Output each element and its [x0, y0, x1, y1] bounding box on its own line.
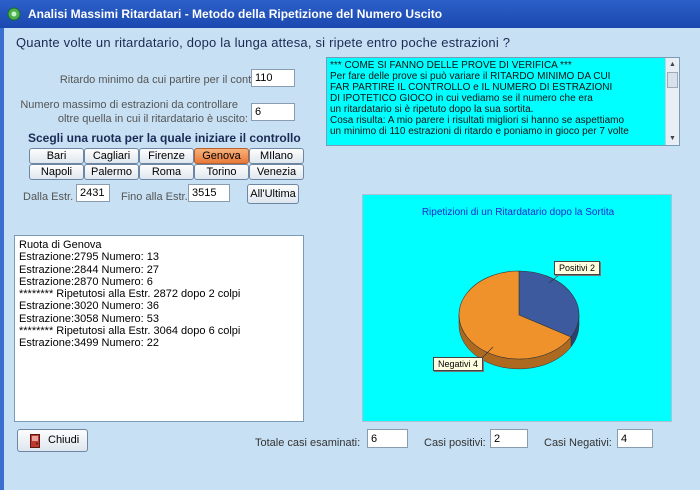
notes-line: *** COME SI FANNO DELLE PROVE DI VERIFIC…	[330, 60, 572, 71]
door-exit-icon	[30, 434, 40, 448]
totale-label: Totale casi esaminati:	[255, 437, 361, 449]
positivi-input[interactable]	[490, 429, 528, 448]
result-line: ******** Ripetutosi alla Estr. 3064 dopo…	[19, 325, 241, 338]
question-heading: Quante volte un ritardatario, dopo la lu…	[16, 35, 511, 50]
chiudi-button[interactable]: Chiudi	[17, 429, 88, 452]
result-line: Estrazione:3020 Numero: 36	[19, 300, 160, 313]
negativi-label: Casi Negativi:	[544, 437, 612, 449]
ruota-button-firenze[interactable]: Firenze	[139, 148, 194, 164]
ruota-button-bari[interactable]: Bari	[29, 148, 84, 164]
ruota-button-venezia[interactable]: Venezia	[249, 164, 304, 180]
result-line: Estrazione:3499 Numero: 22	[19, 337, 160, 350]
ruota-button-genova[interactable]: Genova	[194, 148, 249, 164]
notes-textarea[interactable]: *** COME SI FANNO DELLE PROVE DI VERIFIC…	[326, 57, 680, 146]
scroll-up-icon[interactable]: ▲	[666, 58, 679, 71]
chiudi-label: Chiudi	[48, 434, 80, 446]
notes-line: un ritardatario si è ripetuto dopo la su…	[330, 104, 534, 115]
ruota-button-milano[interactable]: MIlano	[249, 148, 304, 164]
results-text: Ruota di Genova Estrazione:2795 Numero: …	[19, 239, 240, 350]
fino-input[interactable]	[188, 184, 230, 202]
dalla-input[interactable]	[76, 184, 110, 202]
slice-label-positivi: Positivi 2	[554, 261, 601, 275]
scroll-down-icon[interactable]: ▼	[666, 132, 679, 145]
result-line: Estrazione:2795 Numero: 13	[19, 251, 160, 264]
window-title: Analisi Massimi Ritardatari - Metodo del…	[28, 7, 443, 21]
ritardo-input[interactable]	[251, 69, 295, 87]
scegli-ruota-label: Scegli una ruota per la quale iniziare i…	[28, 131, 301, 145]
result-line: ******** Ripetutosi alla Estr. 2872 dopo…	[19, 288, 241, 301]
app-icon	[7, 7, 21, 21]
notes-scrollbar[interactable]: ▲ ▼	[665, 58, 679, 145]
result-line: Ruota di Genova	[19, 239, 102, 251]
result-line: Estrazione:3058 Numero: 53	[19, 312, 160, 325]
fino-label: Fino alla Estr.	[121, 191, 188, 203]
title-bar[interactable]: Analisi Massimi Ritardatari - Metodo del…	[0, 0, 700, 28]
notes-line: Per fare delle prove si può variare il R…	[330, 71, 611, 82]
pie-chart	[458, 270, 580, 370]
notes-line: un minimo di 110 estrazioni di ritardo e…	[330, 126, 629, 137]
notes-line: Cosa risulta: A mio parere i risultati m…	[330, 115, 625, 126]
ruota-button-torino[interactable]: Torino	[194, 164, 249, 180]
positivi-label: Casi positivi:	[424, 437, 486, 449]
scroll-thumb[interactable]	[667, 72, 678, 88]
totale-input[interactable]	[367, 429, 408, 448]
all-ultima-button[interactable]: All'Ultima	[247, 184, 299, 204]
result-line: Estrazione:2844 Numero: 27	[19, 263, 160, 276]
slice-label-negativi: Negativi 4	[433, 357, 484, 371]
ritardo-label: Ritardo minimo da cui partire per il con…	[59, 74, 272, 86]
results-listbox[interactable]: Ruota di Genova Estrazione:2795 Numero: …	[14, 235, 304, 422]
result-line: Estrazione:2870 Numero: 6	[19, 275, 153, 288]
ruota-button-palermo[interactable]: Palermo	[84, 164, 139, 180]
notes-line: FAR PARTIRE IL CONTROLLO e IL NUMERO DI …	[330, 82, 613, 93]
numero-input[interactable]	[251, 103, 295, 121]
numero-label-2: oltre quella in cui il ritardatario è us…	[57, 113, 248, 125]
dalla-label: Dalla Estr.	[23, 191, 74, 203]
pie-chart-panel: Ripetizioni di un Ritardatario dopo la S…	[362, 194, 672, 422]
ruota-button-napoli[interactable]: Napoli	[29, 164, 84, 180]
negativi-input[interactable]	[617, 429, 653, 448]
ruota-button-cagliari[interactable]: Cagliari	[84, 148, 139, 164]
numero-label-1: Numero massimo di estrazioni da controll…	[20, 99, 238, 111]
ruota-button-roma[interactable]: Roma	[139, 164, 194, 180]
notes-text: *** COME SI FANNO DELLE PROVE DI VERIFIC…	[330, 60, 664, 137]
notes-line: DI IPOTETICO GIOCO in cui vediamo se il …	[330, 93, 593, 104]
